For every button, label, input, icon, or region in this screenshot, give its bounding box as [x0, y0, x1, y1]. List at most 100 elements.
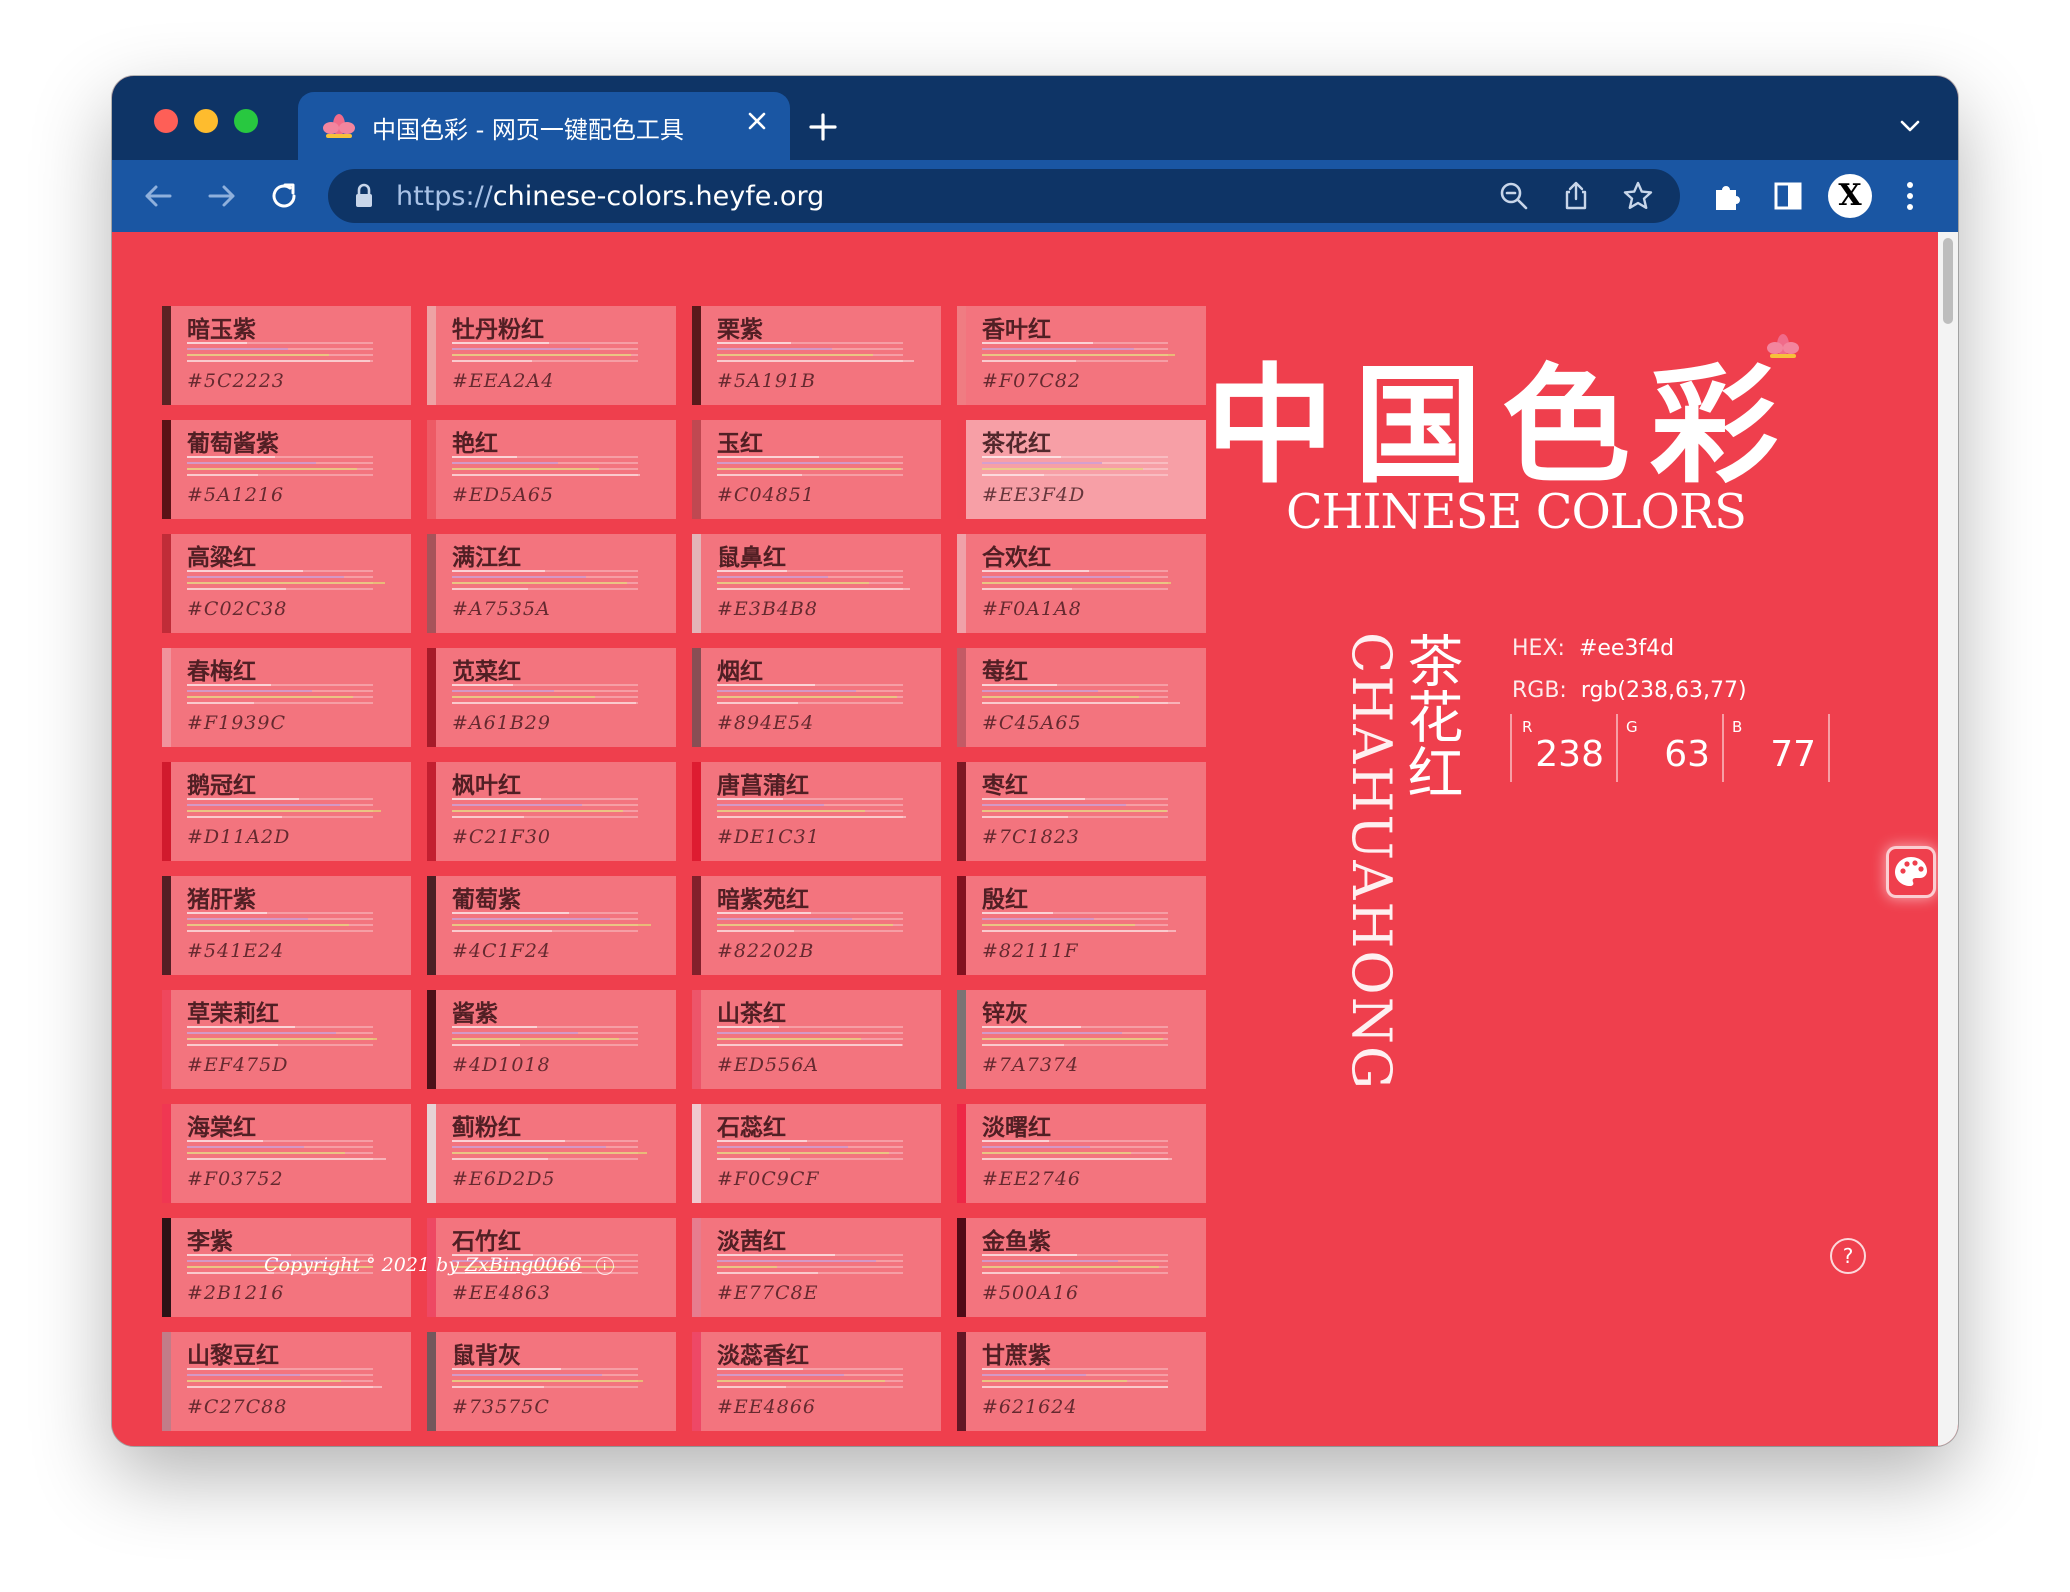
rgb-value[interactable]: rgb(238,63,77) [1581, 678, 1747, 703]
color-card[interactable]: 金鱼紫 #500A16 [957, 1218, 1206, 1317]
color-card[interactable]: 满江红 #A7535A [427, 534, 676, 633]
color-card[interactable]: 牡丹粉红 #EEA2A4 [427, 306, 676, 405]
color-card[interactable]: 淡蕊香红 #EE4866 [692, 1332, 941, 1431]
color-card[interactable]: 葡萄紫 #4C1F24 [427, 876, 676, 975]
color-card-bar [452, 462, 558, 464]
side-panel-icon[interactable] [1768, 176, 1808, 216]
back-icon[interactable] [140, 178, 176, 214]
color-card-bar [982, 930, 1176, 932]
color-card-hex: #F1939C [187, 712, 286, 734]
color-card[interactable]: 莓红 #C45A65 [957, 648, 1206, 747]
palette-button[interactable] [1886, 846, 1936, 898]
help-button[interactable]: ? [1830, 1238, 1866, 1274]
zoom-icon[interactable] [1498, 180, 1530, 212]
channel-g-value: 63 [1664, 734, 1710, 775]
color-card[interactable]: 猪肝紫 #541E24 [162, 876, 411, 975]
color-card-bar [982, 1374, 1086, 1376]
color-card[interactable]: 茶花红 #EE3F4D [957, 420, 1206, 519]
channel-r: R 238 [1510, 714, 1618, 782]
color-card[interactable]: 苋菜红 #A61B29 [427, 648, 676, 747]
color-card-bar [187, 912, 267, 914]
color-card-bar [717, 348, 832, 350]
color-card-bar [452, 1044, 520, 1046]
color-card-bar [717, 468, 901, 470]
color-card[interactable]: 甘蔗紫 #621624 [957, 1332, 1206, 1431]
color-card[interactable]: 蓟粉红 #E6D2D5 [427, 1104, 676, 1203]
color-card-bar [452, 702, 636, 704]
color-card[interactable]: 石蕊红 #F0C9CF [692, 1104, 941, 1203]
share-icon[interactable] [1560, 180, 1592, 212]
color-card[interactable]: 唐菖蒲红 #DE1C31 [692, 762, 941, 861]
color-card-hex: #82202B [717, 940, 815, 962]
color-card[interactable]: 鹅冠红 #D11A2D [162, 762, 411, 861]
color-card-hex: #894E54 [717, 712, 815, 734]
close-window-button[interactable] [154, 109, 178, 133]
color-card[interactable]: 海棠红 #F03752 [162, 1104, 411, 1203]
color-card[interactable]: 淡曙红 #EE2746 [957, 1104, 1206, 1203]
browser-toolbar: https://chinese-colors.heyfe.org X [112, 160, 1958, 232]
menu-icon[interactable] [1890, 176, 1930, 216]
bookmark-star-icon[interactable] [1622, 180, 1654, 212]
color-card-bar [717, 1272, 818, 1274]
color-card[interactable]: 酱紫 #4D1018 [427, 990, 676, 1089]
color-card-bar [717, 804, 824, 806]
new-tab-icon[interactable] [806, 110, 840, 144]
close-icon[interactable] [742, 106, 772, 136]
color-card[interactable]: 葡萄酱紫 #5A1216 [162, 420, 411, 519]
reload-icon[interactable] [266, 178, 302, 214]
color-card-name: 殷红 [982, 887, 1028, 913]
color-card-hex: #2B1216 [187, 1282, 285, 1304]
color-card-bar [982, 1368, 1045, 1370]
chevron-down-icon[interactable] [1896, 114, 1924, 138]
color-card[interactable]: 鼠背灰 #73575C [427, 1332, 676, 1431]
url-text[interactable]: https://chinese-colors.heyfe.org [396, 181, 824, 212]
color-card[interactable]: 鼠鼻红 #E3B4B8 [692, 534, 941, 633]
color-card-bar [982, 1272, 1060, 1274]
color-card[interactable]: 合欢红 #F0A1A8 [957, 534, 1206, 633]
tab-active[interactable]: 中国色彩 - 网页一键配色工具 [298, 92, 790, 160]
color-card[interactable]: 草茉莉红 #EF475D [162, 990, 411, 1089]
color-card[interactable]: 锌灰 #7A7374 [957, 990, 1206, 1089]
color-card[interactable]: 枣红 #7C1823 [957, 762, 1206, 861]
color-card-hex: #621624 [982, 1396, 1078, 1418]
color-card[interactable]: 暗玉紫 #5C2223 [162, 306, 411, 405]
channel-b-label: B [1732, 718, 1743, 736]
color-card[interactable]: 艳红 #ED5A65 [427, 420, 676, 519]
color-card[interactable]: 淡茜红 #E77C8E [692, 1218, 941, 1317]
color-card[interactable]: 春梅红 #F1939C [162, 648, 411, 747]
color-card[interactable]: 烟红 #894E54 [692, 648, 941, 747]
hex-value[interactable]: #ee3f4d [1579, 636, 1674, 661]
color-card-name: 金鱼紫 [982, 1229, 1051, 1255]
minimize-window-button[interactable] [194, 109, 218, 133]
scrollbar-thumb[interactable] [1943, 238, 1953, 324]
author-link[interactable]: ZxBing0066 [465, 1254, 582, 1276]
color-card[interactable]: 高粱红 #C02C38 [162, 534, 411, 633]
forward-icon[interactable] [204, 178, 240, 214]
color-card-hex: #5C2223 [187, 370, 285, 392]
color-card-bar [452, 468, 599, 470]
color-card[interactable]: 山茶红 #ED556A [692, 990, 941, 1089]
color-card-bar [982, 702, 1180, 704]
scrollbar[interactable] [1938, 232, 1958, 1446]
color-card-hex: #73575C [452, 1396, 550, 1418]
color-card[interactable]: 枫叶红 #C21F30 [427, 762, 676, 861]
maximize-window-button[interactable] [234, 109, 258, 133]
color-card-bar [982, 576, 1130, 578]
extensions-icon[interactable] [1708, 176, 1748, 216]
color-card[interactable]: 玉红 #C04851 [692, 420, 941, 519]
profile-avatar[interactable]: X [1828, 174, 1872, 218]
color-card-name: 苋菜红 [452, 659, 521, 685]
color-card[interactable]: 栗紫 #5A191B [692, 306, 941, 405]
color-card-name: 枣红 [982, 773, 1028, 799]
color-card[interactable]: 殷红 #82111F [957, 876, 1206, 975]
info-icon[interactable]: i [595, 1257, 614, 1275]
lock-icon[interactable] [354, 183, 374, 209]
color-card-bar [187, 684, 271, 686]
color-card-bar [982, 912, 1053, 914]
address-bar[interactable]: https://chinese-colors.heyfe.org [328, 169, 1680, 223]
color-card-bar [452, 1374, 602, 1376]
color-card-bar [452, 918, 610, 920]
color-card[interactable]: 暗紫苑红 #82202B [692, 876, 941, 975]
color-card[interactable]: 山黎豆红 #C27C88 [162, 1332, 411, 1431]
color-card[interactable]: 香叶红 #F07C82 [957, 306, 1206, 405]
